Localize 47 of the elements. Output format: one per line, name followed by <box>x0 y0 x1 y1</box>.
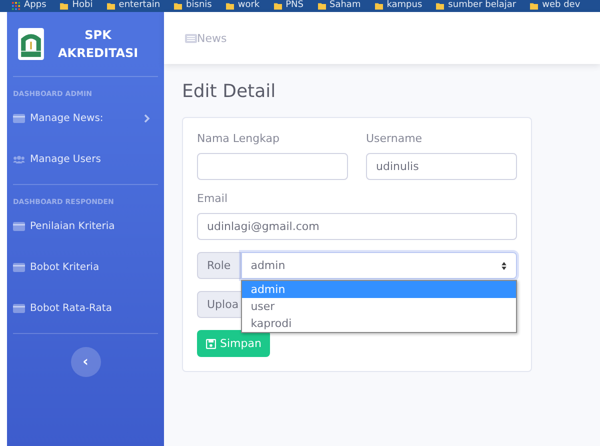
folder-icon <box>530 2 538 10</box>
folder-icon <box>60 2 68 10</box>
field-label: Email <box>197 192 229 205</box>
bookmark-link[interactable]: bisnis <box>174 0 212 11</box>
input-field[interactable]: udinulis <box>366 153 517 180</box>
bookmark-link[interactable]: sumber belajar <box>436 0 516 11</box>
bookmark-link[interactable]: entertain <box>106 0 160 11</box>
bookmark-link[interactable]: Saham <box>318 0 361 11</box>
role-dropdown[interactable]: admin <box>240 252 517 279</box>
card-icon <box>13 304 25 313</box>
folder-icon <box>106 2 115 10</box>
bookmark-link[interactable]: kampus <box>374 0 422 11</box>
bookmark-link[interactable]: work <box>226 0 260 11</box>
folder-icon <box>436 2 444 10</box>
sidebar-toggle-button[interactable]: ‹ <box>70 347 100 377</box>
dropdown-option[interactable]: admin <box>242 281 516 298</box>
apps-icon <box>12 2 20 10</box>
brand-title: SPK AKREDITASI <box>58 27 138 62</box>
card-icon <box>13 263 25 272</box>
logo-icon <box>18 28 44 60</box>
dropdown-option[interactable]: kaprodi <box>242 315 516 332</box>
field-label: Role <box>197 252 241 279</box>
users-icon <box>13 155 25 164</box>
bookmark-link[interactable]: Hobi <box>60 0 93 11</box>
field-label: Username <box>366 132 424 145</box>
input-field[interactable] <box>197 153 348 180</box>
chevron-right-icon <box>144 114 150 123</box>
field-label: Nama Lengkap <box>197 132 280 145</box>
nav-item[interactable]: Bobot Kriteria <box>13 247 158 288</box>
bookmark-link[interactable]: Apps <box>12 0 46 11</box>
folder-icon <box>318 2 326 10</box>
nav-item[interactable]: Manage Users <box>13 139 158 180</box>
nav-item[interactable]: Penilaian Kriteria <box>13 206 158 247</box>
newspaper-icon <box>185 34 197 42</box>
card-icon <box>13 222 25 231</box>
nav-item[interactable]: Bobot Rata-Rata <box>13 288 158 329</box>
nav-item[interactable]: Manage News: <box>13 98 158 139</box>
page-title: Edit Detail <box>182 81 277 102</box>
folder-icon <box>274 2 282 10</box>
bookmark-link[interactable]: PNS <box>274 0 304 11</box>
folder-icon <box>174 2 182 10</box>
folder-icon <box>226 2 234 10</box>
card-icon <box>13 114 25 123</box>
bookmark-link[interactable]: web dev <box>530 0 580 11</box>
sort-icon <box>501 262 507 270</box>
folder-icon <box>374 2 383 10</box>
input-field[interactable]: udinlagi@gmail.com <box>197 213 517 240</box>
